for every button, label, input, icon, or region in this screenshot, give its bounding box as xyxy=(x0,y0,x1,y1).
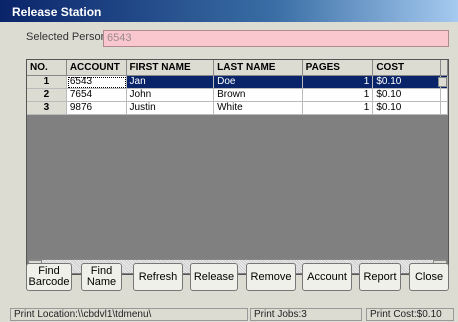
cell-last-name[interactable]: Doe xyxy=(214,76,303,89)
find-barcode-button[interactable]: Find Barcode xyxy=(26,263,72,291)
column-header-pages[interactable]: PAGES xyxy=(302,60,374,76)
row-number: 2 xyxy=(27,89,67,102)
grid-header-row: NO. ACCOUNT FIRST NAME LAST NAME PAGES C… xyxy=(27,60,448,76)
cell-cost[interactable]: $0.10 xyxy=(373,102,441,115)
cell-cost[interactable]: $0.10 xyxy=(373,76,441,89)
status-print-jobs: Print Jobs:3 xyxy=(250,308,362,321)
status-bar: Print Location:\\cbdvl1\tdmenu\ Print Jo… xyxy=(0,307,458,322)
close-button[interactable]: Close xyxy=(409,263,449,291)
report-button[interactable]: Report xyxy=(359,263,401,291)
cell-first-name[interactable]: Justin xyxy=(126,102,215,115)
window-title-bar[interactable]: Release Station xyxy=(0,0,458,22)
vertical-scrollbar-button[interactable] xyxy=(438,77,447,87)
print-jobs-grid[interactable]: NO. ACCOUNT FIRST NAME LAST NAME PAGES C… xyxy=(26,59,449,275)
cell-account[interactable]: 9876 xyxy=(66,102,127,115)
refresh-button[interactable]: Refresh xyxy=(133,263,183,291)
release-button[interactable]: Release xyxy=(190,263,238,291)
column-header-account[interactable]: ACCOUNT xyxy=(66,60,127,76)
window-title: Release Station xyxy=(12,5,102,19)
cell-pages[interactable]: 1 xyxy=(302,76,374,89)
table-row[interactable]: 3 9876 Justin White 1 $0.10 xyxy=(27,102,448,115)
column-header-no[interactable]: NO. xyxy=(27,60,67,76)
cell-cost[interactable]: $0.10 xyxy=(373,89,441,102)
table-row[interactable]: 2 7654 John Brown 1 $0.10 xyxy=(27,89,448,102)
cell-last-name[interactable]: White xyxy=(214,102,303,115)
cell-pages[interactable]: 1 xyxy=(302,102,374,115)
status-print-location: Print Location:\\cbdvl1\tdmenu\ xyxy=(10,308,248,321)
cell-pages[interactable]: 1 xyxy=(302,89,374,102)
account-button[interactable]: Account xyxy=(302,263,352,291)
cell-last-name[interactable]: Brown xyxy=(214,89,303,102)
cell-account[interactable]: 7654 xyxy=(66,89,127,102)
find-name-button[interactable]: Find Name xyxy=(81,263,122,291)
cell-first-name[interactable]: Jan xyxy=(126,76,215,89)
column-header-first-name[interactable]: FIRST NAME xyxy=(126,60,215,76)
window-body: Selected Person: 6543 NO. ACCOUNT FIRST … xyxy=(0,22,458,322)
selected-person-field[interactable]: 6543 xyxy=(103,30,449,47)
selected-person-label: Selected Person: xyxy=(26,31,110,43)
table-row[interactable]: 1 6543 Jan Doe 1 $0.10 xyxy=(27,76,448,89)
column-header-cost[interactable]: COST xyxy=(373,60,441,76)
status-print-cost: Print Cost:$0.10 xyxy=(366,308,454,321)
remove-button[interactable]: Remove xyxy=(246,263,296,291)
cell-first-name[interactable]: John xyxy=(126,89,215,102)
cell-filler xyxy=(441,102,448,115)
cell-filler xyxy=(441,89,448,102)
row-number: 1 xyxy=(27,76,67,89)
column-header-filler xyxy=(441,60,448,76)
cell-account[interactable]: 6543 xyxy=(66,76,127,89)
column-header-last-name[interactable]: LAST NAME xyxy=(214,60,303,76)
row-number: 3 xyxy=(27,102,67,115)
